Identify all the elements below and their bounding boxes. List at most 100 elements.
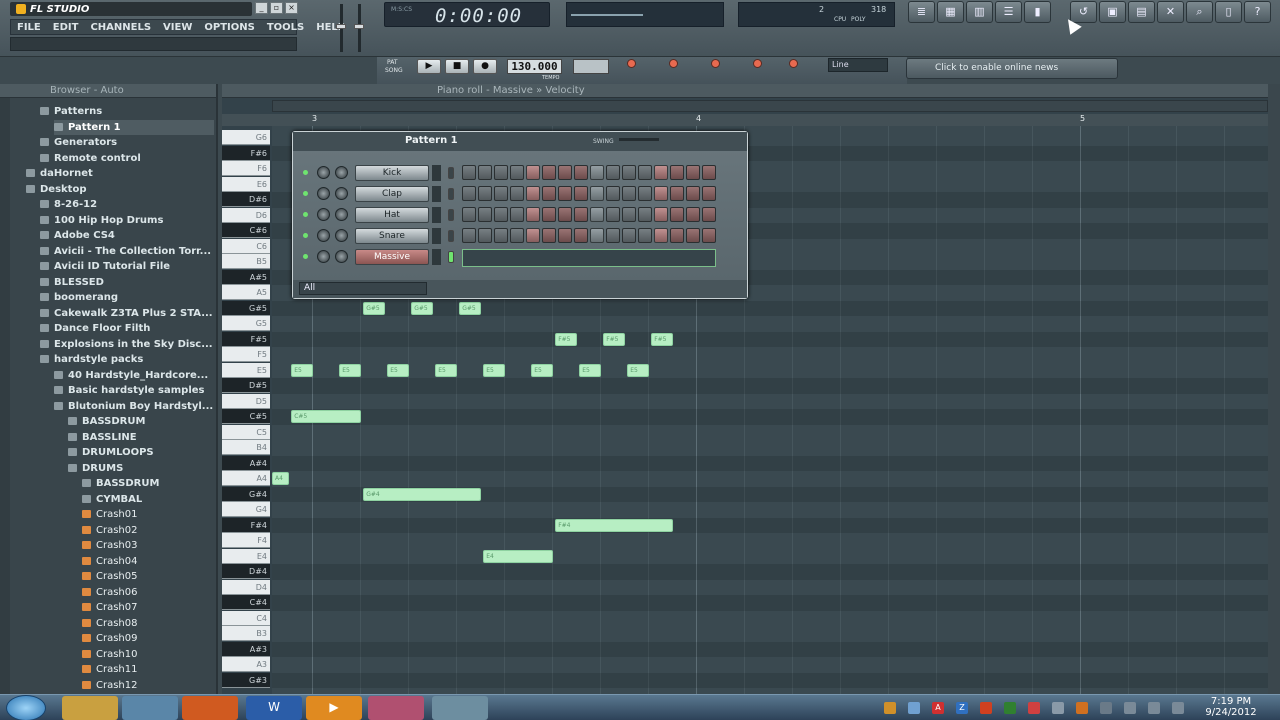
- step-button[interactable]: [622, 228, 636, 243]
- metronome-icon[interactable]: [627, 59, 636, 68]
- step-button[interactable]: [542, 186, 556, 201]
- note[interactable]: G#5: [459, 301, 482, 315]
- piano-key[interactable]: G#5: [222, 300, 270, 316]
- restore-icon[interactable]: ▫: [270, 2, 283, 14]
- help-icon[interactable]: ?: [1244, 1, 1271, 23]
- note[interactable]: G#5: [363, 301, 386, 315]
- step-button[interactable]: [702, 228, 716, 243]
- waveform-monitor[interactable]: [566, 2, 724, 27]
- piano-key[interactable]: B3: [222, 626, 270, 641]
- browser-item[interactable]: Crash04: [82, 554, 214, 569]
- browser-item[interactable]: BASSDRUM: [68, 414, 214, 429]
- note[interactable]: G#5: [411, 301, 434, 315]
- step-button[interactable]: [670, 207, 684, 222]
- note[interactable]: G#4: [363, 487, 482, 501]
- volume-knob[interactable]: [335, 229, 348, 242]
- step-button[interactable]: [526, 165, 540, 180]
- piano-key[interactable]: E5: [222, 362, 270, 378]
- step-button[interactable]: [478, 186, 492, 201]
- browser-item[interactable]: BASSDRUM: [82, 476, 214, 491]
- note[interactable]: C#5: [291, 410, 362, 423]
- browser-item[interactable]: daHornet: [26, 166, 214, 181]
- step-button[interactable]: [686, 165, 700, 180]
- time-display[interactable]: M:S:CS 0:00:00: [384, 2, 550, 27]
- mute-led-icon[interactable]: [303, 254, 308, 259]
- step-button[interactable]: [686, 186, 700, 201]
- note[interactable]: E5: [291, 363, 314, 377]
- pan-knob[interactable]: [317, 166, 330, 179]
- piano-key[interactable]: D#5: [222, 378, 270, 393]
- browser-item[interactable]: Crash11: [82, 662, 214, 677]
- step-button[interactable]: [606, 165, 620, 180]
- piano-key[interactable]: A4: [222, 471, 270, 486]
- step-button[interactable]: [638, 186, 652, 201]
- start-button[interactable]: [6, 695, 46, 720]
- note[interactable]: E5: [339, 363, 362, 377]
- browser-item[interactable]: BASSLINE: [68, 430, 214, 445]
- tools-icon[interactable]: ✕: [1157, 1, 1184, 23]
- typing-keyboard-icon[interactable]: [753, 59, 762, 68]
- channel-mixer-track[interactable]: [432, 228, 441, 244]
- step-button[interactable]: [574, 228, 588, 243]
- step-button[interactable]: [574, 186, 588, 201]
- piano-key[interactable]: C4: [222, 610, 270, 626]
- step-button[interactable]: [702, 186, 716, 201]
- channel-button[interactable]: Kick: [355, 165, 429, 181]
- menu-options[interactable]: OPTIONS: [198, 20, 260, 34]
- browser-item[interactable]: Basic hardstyle samples: [54, 383, 214, 398]
- volume-knob[interactable]: [335, 187, 348, 200]
- tempo-display[interactable]: 130.000: [507, 59, 562, 74]
- piano-keyboard[interactable]: G6 F#6 F6 E6 D#6 D6 C#6 C6 B5 A#5 A5 G#5 G5 F#5 F5 E5 D#…: [222, 126, 270, 694]
- step-button[interactable]: [510, 186, 524, 201]
- piano-key[interactable]: A#4: [222, 455, 270, 471]
- menu-channels[interactable]: CHANNELS: [84, 20, 157, 34]
- pattern-name[interactable]: Pattern 1: [405, 135, 458, 146]
- browser-item[interactable]: hardstyle packs: [40, 352, 214, 367]
- step-button[interactable]: [590, 207, 604, 222]
- tray-icon[interactable]: [980, 702, 992, 714]
- tray-icon[interactable]: Z: [956, 702, 968, 714]
- piano-roll-icon[interactable]: ▥: [966, 1, 993, 23]
- browser-item[interactable]: 100 Hip Hop Drums: [40, 213, 214, 228]
- browser-item[interactable]: Crash01: [82, 507, 214, 522]
- channel-mixer-track[interactable]: [432, 165, 441, 181]
- stop-button[interactable]: ■: [445, 59, 469, 74]
- mute-led-icon[interactable]: [303, 233, 308, 238]
- pan-knob[interactable]: [317, 187, 330, 200]
- minimize-icon[interactable]: _: [255, 2, 268, 14]
- channel-select-icon[interactable]: [448, 209, 454, 221]
- piano-key[interactable]: D4: [222, 579, 270, 595]
- browser-item[interactable]: Crash03: [82, 538, 214, 553]
- step-button[interactable]: [526, 186, 540, 201]
- browser-item[interactable]: DRUMS: [68, 461, 214, 476]
- step-button[interactable]: [558, 228, 572, 243]
- system-clock[interactable]: 7:19 PM 9/24/2012: [1196, 696, 1266, 718]
- step-sequencer-icon[interactable]: ▦: [937, 1, 964, 23]
- piano-key[interactable]: G#4: [222, 486, 270, 502]
- piano-key[interactable]: C#5: [222, 409, 270, 424]
- word-app[interactable]: W: [246, 696, 302, 720]
- browser-item[interactable]: CYMBAL: [82, 492, 214, 507]
- step-button[interactable]: [702, 165, 716, 180]
- browser-title[interactable]: Browser - Auto: [0, 84, 216, 98]
- piano-key[interactable]: E4: [222, 548, 270, 564]
- browser-item[interactable]: Crash08: [82, 616, 214, 631]
- piano-key[interactable]: G6: [222, 130, 270, 145]
- network-icon[interactable]: [1124, 702, 1136, 714]
- step-button[interactable]: [478, 207, 492, 222]
- step-button[interactable]: [638, 207, 652, 222]
- piano-key[interactable]: F#4: [222, 517, 270, 533]
- step-button[interactable]: [638, 228, 652, 243]
- tray-icon[interactable]: [1172, 702, 1184, 714]
- channel-button[interactable]: Massive: [355, 249, 429, 265]
- mixer-icon[interactable]: ▮: [1024, 1, 1051, 23]
- volume-knob[interactable]: [335, 166, 348, 179]
- piano-key[interactable]: G4: [222, 502, 270, 517]
- note[interactable]: E4: [483, 549, 554, 563]
- step-button[interactable]: [702, 207, 716, 222]
- browser-item[interactable]: Patterns: [40, 104, 214, 119]
- step-button[interactable]: [622, 165, 636, 180]
- piano-key[interactable]: E6: [222, 176, 270, 192]
- browser-item[interactable]: Crash12: [82, 678, 214, 693]
- browser-item[interactable]: Desktop: [26, 182, 214, 197]
